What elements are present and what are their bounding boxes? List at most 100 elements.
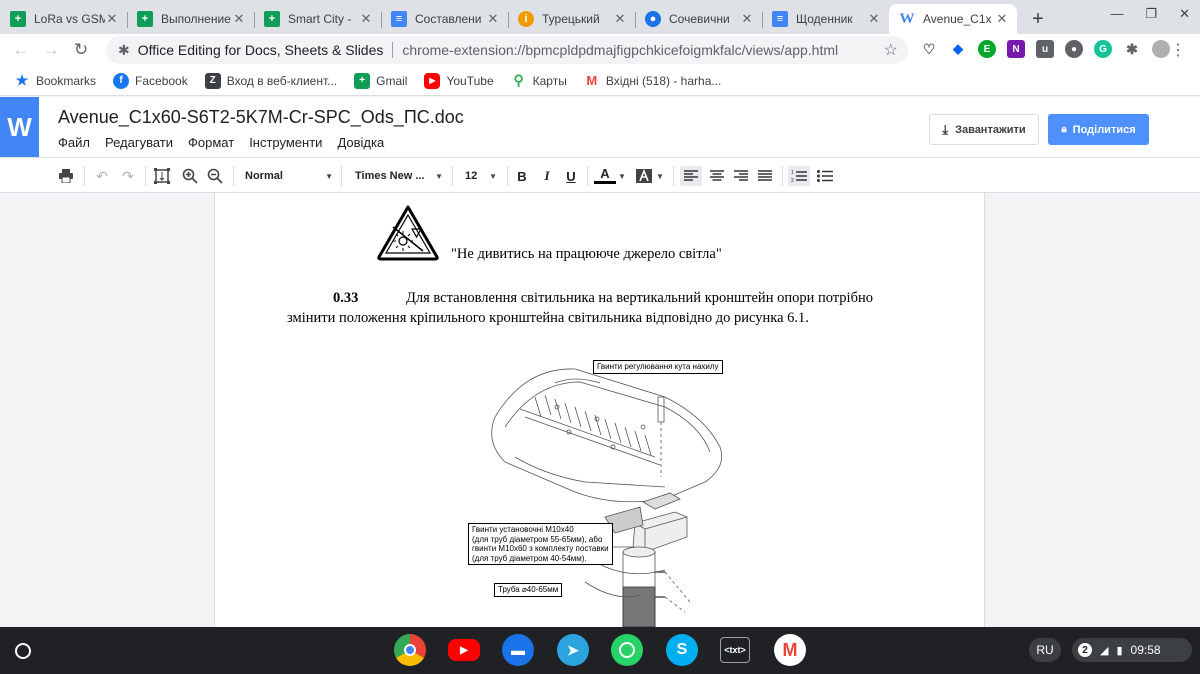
chrome-app[interactable] xyxy=(394,634,426,666)
italic-button[interactable]: I xyxy=(537,166,557,186)
align-justify-icon[interactable] xyxy=(754,166,776,186)
browser-tab[interactable]: ≡ Составлени ✕ xyxy=(381,4,508,34)
browser-tab[interactable]: + Выполнение ✕ xyxy=(127,4,254,34)
bold-button[interactable]: B xyxy=(512,166,532,186)
underline-button[interactable]: U xyxy=(561,166,581,186)
download-icon: ⤓ xyxy=(942,121,949,137)
extensions-puzzle-icon[interactable]: ✱ xyxy=(1123,40,1141,58)
font-family-select[interactable]: Times New ... ▼ xyxy=(347,164,447,188)
launcher-icon[interactable] xyxy=(15,643,31,659)
back-arrow-icon[interactable]: ← xyxy=(6,40,36,60)
close-window-icon[interactable]: ✕ xyxy=(1179,6,1190,22)
skype-app[interactable]: S xyxy=(666,634,698,666)
youtube-app[interactable]: ▶ xyxy=(448,639,480,661)
caret-down-icon: ▼ xyxy=(325,171,333,181)
document-title[interactable]: Avenue_C1x60-S6T2-5K7M-Cr-SPC_Ods_ПС.doc xyxy=(58,107,464,128)
menu-tools[interactable]: Інструменти xyxy=(249,135,322,150)
share-button[interactable]: 🔒︎ Поділитися xyxy=(1048,114,1149,145)
maximize-icon[interactable]: ❐ xyxy=(1145,6,1157,22)
browser-tab[interactable]: ● Сочевични ✕ xyxy=(635,4,762,34)
gmail-app[interactable]: M xyxy=(774,634,806,666)
ublock-icon[interactable]: u xyxy=(1036,40,1054,58)
dropbox-icon[interactable]: ◆ xyxy=(949,40,967,58)
app-header: W Avenue_C1x60-S6T2-5K7M-Cr-SPC_Ods_ПС.d… xyxy=(0,97,1200,158)
zoom-in-icon[interactable] xyxy=(180,166,200,186)
kebab-menu-icon[interactable]: ⋮ xyxy=(1170,40,1186,60)
browser-tab-active[interactable]: W Avenue_C1x ✕ xyxy=(889,4,1017,34)
navigation-bar: ← → ↻ ✱ Office Editing for Docs, Sheets … xyxy=(0,34,1200,66)
address-bar[interactable]: ✱ Office Editing for Docs, Sheets & Slid… xyxy=(106,36,908,64)
play-icon: ▶ xyxy=(460,644,468,656)
files-app[interactable]: ▬ xyxy=(502,634,534,666)
caret-down-icon[interactable]: ▼ xyxy=(655,166,665,186)
close-icon[interactable]: ✕ xyxy=(995,11,1009,27)
tab-title: Турецький xyxy=(542,12,600,26)
status-tray[interactable]: 2 ◢ ▮ 09:58 xyxy=(1072,638,1192,662)
account-extension-icon[interactable]: ● xyxy=(1065,40,1083,58)
menu-edit[interactable]: Редагувати xyxy=(105,135,173,150)
steam-like-icon: ● xyxy=(645,11,661,27)
numbered-list-icon[interactable]: 12 xyxy=(788,166,810,186)
browser-tab[interactable]: + LoRa vs GSM ✕ xyxy=(0,4,127,34)
text-app[interactable]: <txt> xyxy=(720,637,750,663)
pocket-icon[interactable]: ♡ xyxy=(920,40,938,58)
align-right-icon[interactable] xyxy=(730,166,752,186)
bookmark-item[interactable]: f Facebook xyxy=(113,72,188,89)
menu-format[interactable]: Формат xyxy=(188,135,234,150)
minimize-icon[interactable]: — xyxy=(1110,6,1123,22)
document-viewport[interactable]: "Не дивитись на працююче джерело світла"… xyxy=(0,193,1200,627)
reload-icon[interactable]: ↻ xyxy=(66,40,96,60)
browser-tab[interactable]: i Турецький ✕ xyxy=(508,4,635,34)
close-icon[interactable]: ✕ xyxy=(740,11,754,27)
grammarly-icon[interactable]: G xyxy=(1094,40,1112,58)
menu-file[interactable]: Файл xyxy=(58,135,90,150)
input-language-indicator[interactable]: RU xyxy=(1029,638,1061,662)
close-icon[interactable]: ✕ xyxy=(613,11,627,27)
download-button[interactable]: ⤓ Завантажити xyxy=(929,114,1039,145)
document-page[interactable]: "Не дивитись на працююче джерело світла"… xyxy=(214,193,985,627)
menu-bar: Файл Редагувати Формат Інструменти Довід… xyxy=(58,135,384,150)
close-icon[interactable]: ✕ xyxy=(105,11,119,27)
bookmark-star-icon[interactable]: ☆ xyxy=(884,40,898,60)
browser-tab[interactable]: + Smart City - ✕ xyxy=(254,4,381,34)
zoom-out-icon[interactable] xyxy=(205,166,225,186)
align-left-icon[interactable] xyxy=(680,166,702,186)
browser-tab[interactable]: ≡ Щоденник ✕ xyxy=(762,4,889,34)
luminaire-mounting-figure: Гвинти регулювання кута нахилу Гвинти ус… xyxy=(465,357,755,627)
bookmark-item[interactable]: Z Вход в веб-клиент... xyxy=(204,72,337,89)
lock-icon: 🔒︎ xyxy=(1061,124,1067,135)
bookmark-item[interactable]: + Gmail xyxy=(354,72,407,89)
extension-name: Office Editing for Docs, Sheets & Slides xyxy=(137,42,384,58)
whatsapp-app[interactable] xyxy=(611,634,643,666)
evernote-icon[interactable]: E xyxy=(978,40,996,58)
undo-icon[interactable]: ↶ xyxy=(92,166,112,186)
bookmark-item[interactable]: ▶ YouTube xyxy=(424,72,494,89)
print-icon[interactable] xyxy=(56,166,76,186)
bulleted-list-icon[interactable] xyxy=(814,166,836,186)
close-icon[interactable]: ✕ xyxy=(232,11,246,27)
forward-arrow-icon[interactable]: → xyxy=(36,40,66,60)
new-tab-button[interactable]: + xyxy=(1023,4,1053,34)
tab-title: Avenue_C1x xyxy=(923,12,992,26)
onenote-icon[interactable]: N xyxy=(1007,40,1025,58)
menu-help[interactable]: Довідка xyxy=(337,135,384,150)
caret-down-icon[interactable]: ▼ xyxy=(617,166,627,186)
font-size-select[interactable]: 12 ▼ xyxy=(457,164,501,188)
formatting-toolbar: ↶ ↷ Normal ▼ Times New ... ▼ 12 ▼ B I U … xyxy=(0,157,1200,193)
close-icon[interactable]: ✕ xyxy=(486,11,500,27)
align-center-icon[interactable] xyxy=(706,166,728,186)
font-color-button[interactable]: A xyxy=(594,166,616,184)
toolbar-divider xyxy=(587,166,588,186)
paragraph-style-select[interactable]: Normal ▼ xyxy=(237,164,337,188)
close-icon[interactable]: ✕ xyxy=(359,11,373,27)
bookmark-item[interactable]: ★ Bookmarks xyxy=(14,72,96,89)
highlight-color-icon[interactable] xyxy=(634,166,654,186)
profile-avatar-icon[interactable] xyxy=(1152,40,1170,58)
fit-page-icon[interactable] xyxy=(152,166,172,186)
telegram-app[interactable]: ➤ xyxy=(557,634,589,666)
close-icon[interactable]: ✕ xyxy=(867,11,881,27)
bookmark-item[interactable]: ⚲ Карты xyxy=(511,72,567,89)
redo-icon[interactable]: ↷ xyxy=(118,166,138,186)
font-family-value: Times New ... xyxy=(355,170,425,182)
bookmark-item[interactable]: M Вхідні (518) - harha... xyxy=(584,73,721,89)
